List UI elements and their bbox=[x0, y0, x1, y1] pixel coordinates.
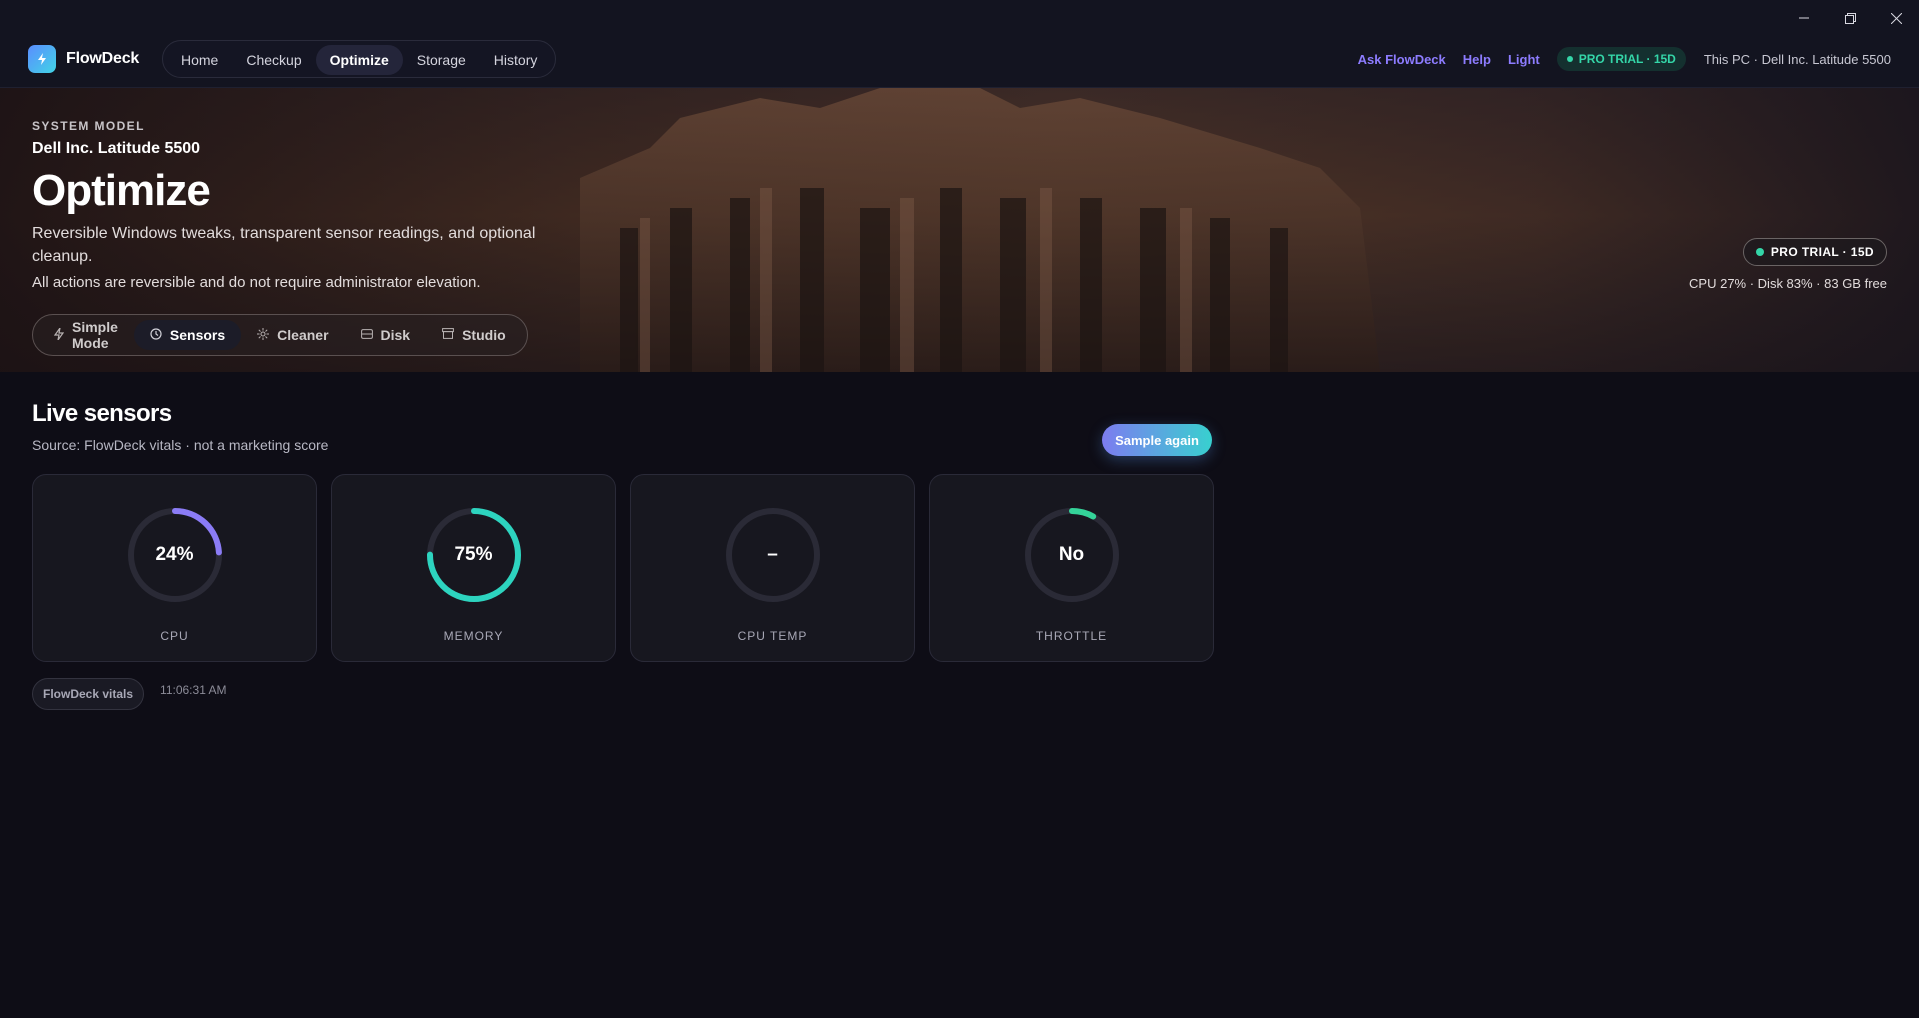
lightning-icon bbox=[53, 327, 65, 343]
status-dot-icon bbox=[1755, 248, 1764, 256]
sensor-card-memory: 75% MEMORY bbox=[331, 474, 616, 662]
system-stats: CPU 27% · Disk 83% · 83 GB free bbox=[1689, 276, 1887, 291]
disk-icon bbox=[360, 328, 373, 342]
pro-trial-badge[interactable]: PRO TRIAL · 15D bbox=[1556, 47, 1686, 71]
pro-trial-label: PRO TRIAL · 15D bbox=[1578, 52, 1676, 66]
app-name: FlowDeck bbox=[66, 50, 140, 67]
section-subtitle: Source: FlowDeck vitals · not a marketin… bbox=[32, 437, 329, 453]
nav-optimize[interactable]: Optimize bbox=[315, 45, 403, 75]
sparkle-icon bbox=[257, 327, 270, 343]
tab-sensors[interactable]: Sensors bbox=[133, 320, 242, 350]
status-dot-icon bbox=[1566, 56, 1573, 62]
sensor-card-cpu: 24% CPU bbox=[32, 474, 317, 662]
sensor-footer: FlowDeck vitals 11:06:31 AM bbox=[32, 678, 227, 710]
pro-trial-large-label: PRO TRIAL · 15D bbox=[1770, 245, 1874, 259]
nav-home[interactable]: Home bbox=[167, 45, 232, 75]
top-bar: FlowDeck Home Checkup Optimize Storage H… bbox=[0, 0, 1919, 88]
nav-storage[interactable]: Storage bbox=[403, 45, 480, 75]
window-controls bbox=[1781, 0, 1919, 36]
sensor-card-throttle: No THROTTLE bbox=[929, 474, 1214, 662]
page-title: Optimize bbox=[32, 166, 211, 215]
hero-status: PRO TRIAL · 15D CPU 27% · Disk 83% · 83 … bbox=[1689, 238, 1887, 291]
sensor-card-cpu-temp: – CPU TEMP bbox=[630, 474, 915, 662]
section-title: Live sensors bbox=[32, 400, 172, 427]
system-model-value: Dell Inc. Latitude 5500 bbox=[32, 140, 201, 157]
memory-label: MEMORY bbox=[443, 629, 504, 643]
restore-icon[interactable] bbox=[1827, 0, 1873, 36]
tab-studio-label: Studio bbox=[462, 327, 506, 343]
main-nav: Home Checkup Optimize Storage History bbox=[162, 40, 557, 78]
hero-banner: SYSTEM MODEL Dell Inc. Latitude 5500 Opt… bbox=[0, 88, 1919, 372]
source-chip[interactable]: FlowDeck vitals bbox=[32, 678, 145, 710]
cpu-temp-label: CPU TEMP bbox=[737, 629, 808, 643]
tab-sensors-label: Sensors bbox=[169, 327, 226, 343]
page-subtitle: Reversible Windows tweaks, transparent s… bbox=[32, 225, 536, 265]
nav-checkup[interactable]: Checkup bbox=[232, 45, 315, 75]
mode-tabs: Simple Mode Sensors Cleaner Disk Studio bbox=[32, 314, 528, 356]
cpu-temp-value: – bbox=[767, 544, 778, 565]
tab-cleaner-label: Cleaner bbox=[277, 327, 329, 343]
temple-image bbox=[580, 88, 1380, 372]
help-link[interactable]: Help bbox=[1463, 52, 1491, 67]
theme-toggle[interactable]: Light bbox=[1508, 52, 1540, 67]
minimize-icon[interactable] bbox=[1781, 0, 1827, 36]
box-icon bbox=[442, 328, 454, 342]
sample-timestamp: 11:06:31 AM bbox=[160, 683, 227, 697]
clock-icon bbox=[150, 327, 162, 343]
ask-flowdeck-link[interactable]: Ask FlowDeck bbox=[1358, 52, 1446, 67]
header-actions: Ask FlowDeck Help Light PRO TRIAL · 15D … bbox=[1341, 47, 1891, 71]
throttle-label: THROTTLE bbox=[1035, 629, 1108, 643]
pro-trial-badge-large[interactable]: PRO TRIAL · 15D bbox=[1742, 238, 1887, 266]
system-model-label: SYSTEM MODEL bbox=[32, 119, 145, 133]
pc-label: This PC · Dell Inc. Latitude 5500 bbox=[1703, 51, 1891, 67]
cpu-value: 24% bbox=[155, 544, 194, 565]
tab-simple-mode[interactable]: Simple Mode bbox=[38, 319, 134, 351]
tab-disk-label: Disk bbox=[380, 327, 411, 343]
memory-value: 75% bbox=[454, 544, 493, 565]
throttle-value: No bbox=[1058, 544, 1085, 565]
tab-cleaner[interactable]: Cleaner bbox=[241, 320, 344, 350]
nav-history[interactable]: History bbox=[480, 45, 552, 75]
tab-simple-mode-label: Simple Mode bbox=[72, 319, 118, 351]
tab-disk[interactable]: Disk bbox=[345, 320, 427, 350]
cpu-label: CPU bbox=[160, 629, 189, 643]
close-icon[interactable] bbox=[1873, 0, 1919, 36]
page-note: All actions are reversible and do not re… bbox=[32, 274, 481, 291]
lightning-icon bbox=[28, 45, 56, 73]
sensor-cards: 24% CPU 75% MEMORY – CPU TEMP No THROTTL… bbox=[32, 474, 1214, 662]
sample-again-button[interactable]: Sample again bbox=[1102, 424, 1212, 456]
tab-studio[interactable]: Studio bbox=[426, 320, 522, 350]
brand[interactable]: FlowDeck bbox=[28, 45, 139, 73]
